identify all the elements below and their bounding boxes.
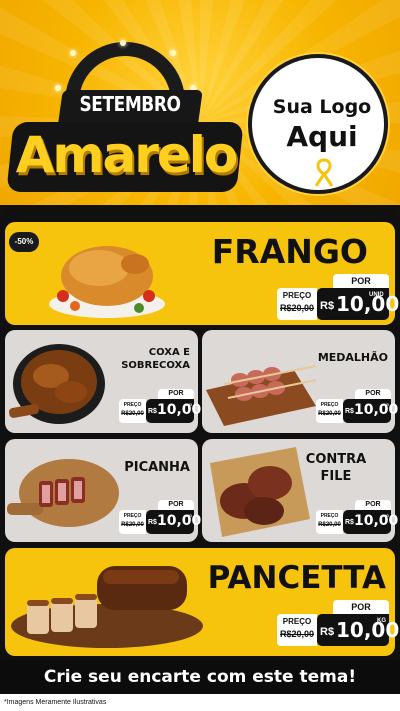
price-tag-medalhao: POR R$ 10,00 KG PREÇO R$20,00 [316, 389, 398, 423]
unit-label: KG [383, 402, 389, 407]
old-price-box: PREÇO R$20,00 [277, 614, 317, 646]
old-price: R$20,00 [318, 522, 341, 528]
logo-text-line1: Sua Logo [272, 96, 372, 118]
awareness-ribbon-icon [314, 158, 334, 187]
preco-label: PREÇO [123, 513, 142, 519]
unit-label: KG [377, 618, 386, 624]
product-title-picanha: PICANHA [124, 460, 190, 475]
por-label: POR [355, 389, 391, 399]
unit-label: UNID [369, 292, 384, 298]
por-label: POR [158, 389, 194, 399]
old-price: R$20,00 [279, 629, 315, 639]
old-price: R$20,00 [121, 411, 144, 417]
old-price: R$20,00 [279, 303, 315, 313]
bulb-light [170, 50, 176, 56]
price-value: 10,00 [157, 513, 202, 529]
price-value: 10,00 [336, 618, 400, 642]
old-price-box: PREÇO R$20,00 [119, 399, 146, 423]
price-tag-coxa-sobrecoxa: POR R$ 10,00 KG PREÇO R$20,00 [119, 389, 201, 423]
product-title-contra-file: CONTRA FILE [300, 451, 372, 485]
product-title-pancetta: PANCETTA [207, 560, 386, 596]
disclaimer-text: *Imagens Meramente Ilustrativas [0, 694, 400, 711]
price-tag-picanha: POR R$ 10,00 KG PREÇO R$20,00 [119, 500, 201, 534]
logo-text-line2: Aqui [286, 120, 358, 153]
price-box: R$ 10,00 KG [317, 614, 399, 646]
discount-badge: -50% [9, 232, 39, 252]
header-banner: SETEMBRO Amarelo Sua Logo Aqui [0, 0, 400, 205]
price-value: 10,00 [157, 402, 202, 418]
por-label: POR [333, 600, 389, 614]
product-title-medalhao: MEDALHÃO [317, 351, 388, 364]
roasted-pancetta-image [11, 566, 203, 648]
currency: R$ [345, 408, 354, 415]
preco-label: PREÇO [282, 291, 312, 300]
product-title-coxa-sobrecoxa: COXA E SOBRECOXA [108, 346, 190, 372]
currency: R$ [320, 626, 335, 638]
price-value: 10,00 [354, 402, 399, 418]
unit-label: KG [383, 513, 389, 518]
currency: R$ [345, 519, 354, 526]
setembro-amarelo-badge: SETEMBRO Amarelo [6, 40, 244, 200]
chicken-legs-pan-image [8, 344, 105, 424]
old-price-box: PREÇO R$20,00 [119, 510, 146, 534]
currency: R$ [148, 408, 157, 415]
title-line2: FILE [320, 469, 352, 484]
unit-label: KG [186, 513, 192, 518]
title-line2: SOBRECOXA [121, 360, 190, 371]
old-price: R$20,00 [318, 411, 341, 417]
old-price-box: PREÇO R$20,00 [316, 399, 343, 423]
price-box: R$ 10,00 KG [146, 510, 201, 534]
logo-placeholder[interactable]: Sua Logo Aqui [248, 54, 388, 194]
bulb-light [55, 85, 61, 91]
title-line1: CONTRA [305, 452, 367, 467]
price-value: 10,00 [354, 513, 399, 529]
product-title-frango: FRANGO [211, 232, 368, 271]
preco-label: PREÇO [123, 402, 142, 408]
price-box: R$ 10,00 KG [146, 399, 201, 423]
unit-label: KG [186, 402, 192, 407]
steaks-board-image [210, 447, 310, 537]
preco-label: PREÇO [282, 617, 312, 626]
por-label: POR [333, 274, 389, 288]
por-label: POR [355, 500, 391, 510]
price-box: R$ 10,00 KG [343, 399, 398, 423]
old-price-box: PREÇO R$20,00 [316, 510, 343, 534]
preco-label: PREÇO [320, 402, 339, 408]
cta-banner[interactable]: Crie seu encarte com este tema! [0, 660, 400, 694]
price-tag-frango: POR R$ 10,00 UNID PREÇO R$20,00 [277, 274, 399, 320]
bulb-light [70, 50, 76, 56]
price-tag-contra-file: POR R$ 10,00 KG PREÇO R$20,00 [316, 500, 398, 534]
old-price-box: PREÇO R$20,00 [277, 288, 317, 320]
roast-chicken-image [49, 246, 165, 318]
title-line1: COXA E [148, 347, 190, 358]
currency: R$ [320, 300, 335, 312]
price-tag-pancetta: POR R$ 10,00 KG PREÇO R$20,00 [277, 600, 399, 646]
bulb-light [120, 40, 126, 46]
old-price: R$20,00 [121, 522, 144, 528]
price-box: R$ 10,00 KG [343, 510, 398, 534]
currency: R$ [148, 519, 157, 526]
price-value: 10,00 [336, 292, 400, 316]
price-box: R$ 10,00 UNID [317, 288, 399, 320]
preco-label: PREÇO [320, 513, 339, 519]
por-label: POR [158, 500, 194, 510]
badge-title-amarelo: Amarelo [15, 126, 239, 184]
badge-title-setembro: SETEMBRO [79, 92, 181, 116]
